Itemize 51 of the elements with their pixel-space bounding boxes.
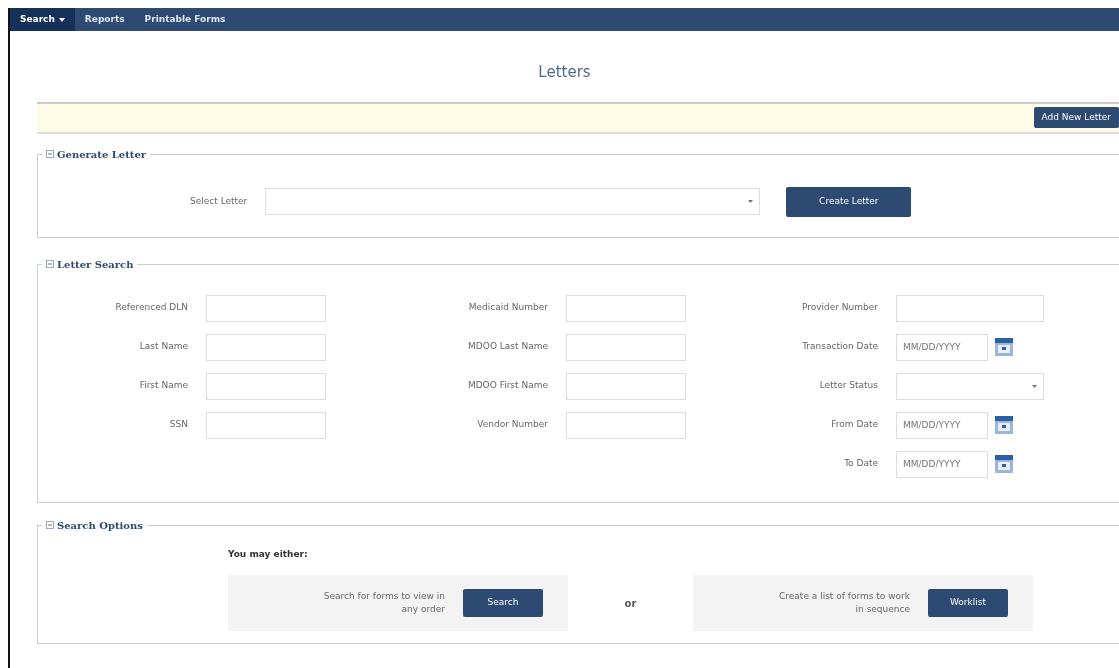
- text-field[interactable]: [566, 372, 686, 400]
- option-text: Search for forms to view in any order: [322, 589, 445, 616]
- text-field[interactable]: [566, 294, 686, 322]
- text-field[interactable]: [206, 372, 326, 400]
- field-label: From Date: [830, 418, 878, 432]
- field-label: Select Letter: [190, 194, 248, 208]
- calendar-icon[interactable]: [994, 454, 1014, 474]
- section-legend: Letter Search: [57, 256, 134, 272]
- field-label: MDOO Last Name: [467, 340, 548, 354]
- dropdown-arrow-icon: [1032, 384, 1037, 388]
- option-button[interactable]: Worklist: [928, 589, 1008, 617]
- field-label: First Name: [138, 379, 188, 393]
- field-label: Letter Status: [818, 379, 878, 393]
- select-field[interactable]: [265, 188, 761, 215]
- nav-tab[interactable]: Search: [10, 8, 75, 31]
- date-field[interactable]: MM/DD/YYYY: [896, 333, 988, 361]
- field-label: MDOO First Name: [466, 379, 548, 393]
- text-field[interactable]: [566, 333, 686, 361]
- select-field[interactable]: [896, 372, 1044, 400]
- page-title: Letters: [537, 62, 592, 83]
- collapse-icon[interactable]: [46, 521, 54, 529]
- text-field[interactable]: [206, 294, 326, 322]
- field-label: Referenced DLN: [114, 301, 188, 315]
- calendar-icon[interactable]: [994, 415, 1014, 435]
- field-label: Medicaid Number: [467, 301, 548, 315]
- section-legend: Search Options: [57, 517, 143, 533]
- date-field[interactable]: MM/DD/YYYY: [896, 450, 988, 478]
- dropdown-arrow-icon: [748, 200, 754, 203]
- field-label: Provider Number: [800, 301, 878, 315]
- separator-text: or: [623, 596, 638, 611]
- option-text: Create a list of forms to work in sequence: [778, 589, 910, 616]
- field-label: Last Name: [138, 340, 188, 354]
- add-letter-button[interactable]: Add New Letter: [1033, 106, 1119, 129]
- intro-text: You may either:: [228, 548, 308, 559]
- date-field[interactable]: MM/DD/YYYY: [896, 411, 988, 439]
- field-label: SSN: [168, 418, 188, 432]
- field-label: To Date: [843, 457, 878, 471]
- text-field[interactable]: [896, 294, 1044, 322]
- create-letter-button[interactable]: Create Letter: [786, 186, 912, 217]
- section-legend: Generate Letter: [57, 146, 146, 162]
- calendar-icon[interactable]: [994, 337, 1014, 357]
- text-field[interactable]: [206, 333, 326, 361]
- nav-tab[interactable]: Printable Forms: [134, 8, 236, 31]
- collapse-icon[interactable]: [46, 260, 54, 268]
- nav-tab[interactable]: Reports: [74, 8, 135, 31]
- text-field[interactable]: [566, 411, 686, 439]
- option-button[interactable]: Search: [463, 589, 543, 617]
- field-label: Vendor Number: [476, 418, 548, 432]
- collapse-icon[interactable]: [46, 150, 54, 158]
- text-field[interactable]: [206, 411, 326, 439]
- field-label: Transaction Date: [801, 340, 878, 354]
